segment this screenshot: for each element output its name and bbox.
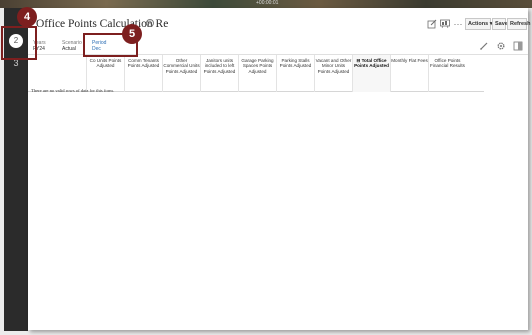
empty-grid-message: There are no valid rows of data for this… (31, 88, 114, 93)
grid-header: Co Units Points Adjusted Comm Tenants Po… (52, 55, 484, 92)
more-options-icon[interactable]: ··· (453, 19, 463, 29)
column-header[interactable]: Monthly Flat Fees (390, 55, 428, 92)
column-header[interactable]: Other Commercial Units Points Adjusted (162, 55, 200, 92)
banner-timestamp: +00:00:01 (256, 0, 279, 6)
column-header[interactable]: Co Units Points Adjusted (86, 55, 124, 92)
gear-icon[interactable] (496, 41, 506, 51)
column-header[interactable]: Janitors units included to left Points A… (200, 55, 238, 92)
callout-box-step (1, 26, 37, 60)
grid-corner (28, 55, 52, 92)
actions-menu-button[interactable]: Actions ▾ (465, 18, 492, 30)
callout-badge-4: 4 (17, 7, 37, 27)
save-button[interactable]: Save (492, 18, 508, 30)
column-header[interactable]: Parking Stalls Points Adjusted (276, 55, 314, 92)
pencil-icon[interactable] (479, 41, 489, 51)
column-header[interactable]: Vacant and Other Minor Units Points Adju… (314, 55, 352, 92)
layout-icon[interactable] (513, 41, 523, 51)
column-header-total[interactable]: ⊟ Total Office Points Adjusted (352, 55, 390, 92)
callout-badge-5: 5 (122, 24, 142, 44)
pov-scenario-value[interactable]: Actual (62, 46, 76, 52)
refresh-button[interactable]: Refresh (507, 18, 530, 30)
edit-icon[interactable] (427, 19, 437, 29)
info-icon[interactable]: i (146, 19, 154, 27)
chart-icon[interactable] (440, 19, 450, 29)
column-header[interactable]: Comm Tenants Points Adjusted (124, 55, 162, 92)
column-header[interactable]: Garage Parking Spaces Points Adjusted (238, 55, 276, 92)
column-header[interactable]: Office Points Financial Results (428, 55, 466, 92)
